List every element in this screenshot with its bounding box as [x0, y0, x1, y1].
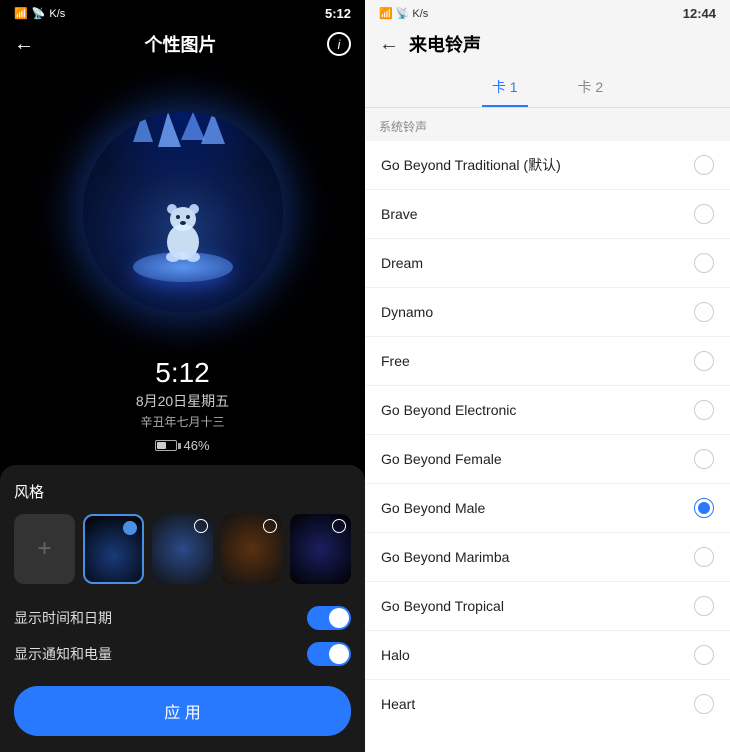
radio-button[interactable]: [694, 547, 714, 567]
radio-button[interactable]: [694, 596, 714, 616]
thumb-dot-1: [123, 521, 137, 535]
thumb-dot-3: [263, 519, 277, 533]
ringtone-name: Go Beyond Male: [381, 500, 485, 516]
right-header: ← 来电铃声: [365, 27, 730, 65]
ringtone-name: Free: [381, 353, 410, 369]
wallpaper-preview: [0, 65, 365, 349]
radio-button[interactable]: [694, 498, 714, 518]
ringtone-item[interactable]: Dream: [365, 239, 730, 288]
ringtone-item[interactable]: Go Beyond Tropical: [365, 582, 730, 631]
ringtone-name: Dream: [381, 255, 423, 271]
back-button-left[interactable]: ←: [14, 33, 34, 56]
tab-bar: 卡 1 卡 2: [365, 65, 730, 108]
style-thumb-2[interactable]: [152, 514, 213, 584]
battery-percent: 46%: [183, 438, 209, 453]
toggle-notification[interactable]: [307, 642, 351, 666]
ringtone-item[interactable]: Go Beyond Female: [365, 435, 730, 484]
tab-card2[interactable]: 卡 2: [568, 69, 614, 107]
wallpaper-circle: [83, 112, 283, 312]
toggle-row-1: 显示时间和日期: [14, 600, 351, 636]
add-icon: +: [37, 535, 51, 563]
clock-display: 5:12: [0, 357, 365, 389]
ringtone-list: Go Beyond Traditional (默认) Brave Dream Dyna…: [365, 141, 730, 752]
style-section-title: 风格: [14, 481, 351, 502]
radio-button[interactable]: [694, 253, 714, 273]
ringtone-item[interactable]: Free: [365, 337, 730, 386]
icicles-svg: [123, 112, 243, 152]
left-status-time: 5:12: [325, 6, 351, 21]
ringtone-item[interactable]: Go Beyond Electronic: [365, 386, 730, 435]
radio-button[interactable]: [694, 694, 714, 714]
lunar-display: 辛丑年七月十三: [0, 413, 365, 430]
right-panel: 📶 📡 K/s 12:44 ← 来电铃声 卡 1 卡 2 系统铃声 Go Bey…: [365, 0, 730, 752]
bottom-panel: 风格 + 显示时间和日期 显示通知和电量: [0, 465, 365, 752]
bear-svg: [153, 197, 213, 267]
right-status-time: 12:44: [683, 6, 716, 21]
radio-button[interactable]: [694, 204, 714, 224]
back-button-right[interactable]: ←: [379, 33, 399, 56]
ringtone-item[interactable]: Dynamo: [365, 288, 730, 337]
radio-button[interactable]: [694, 302, 714, 322]
toggle-datetime[interactable]: [307, 606, 351, 630]
thumb-dot-4: [332, 519, 346, 533]
radio-button[interactable]: [694, 155, 714, 175]
ringtone-name: Go Beyond Tropical: [381, 598, 504, 614]
polar-bear-scene: [83, 112, 283, 312]
battery-display: 46%: [0, 438, 365, 453]
apply-button[interactable]: 应 用: [14, 686, 351, 736]
radio-button[interactable]: [694, 449, 714, 469]
wifi-icon: 📡: [32, 7, 46, 20]
ringtone-name: Dynamo: [381, 304, 433, 320]
ringtone-item[interactable]: Go Beyond Marimba: [365, 533, 730, 582]
ringtone-name: Go Beyond Traditional (默认): [381, 155, 561, 175]
ringtone-name: Go Beyond Female: [381, 451, 502, 467]
style-thumb-1[interactable]: [83, 514, 144, 584]
info-icon-left[interactable]: i: [327, 32, 351, 56]
ringtone-name: Go Beyond Electronic: [381, 402, 516, 418]
ringtone-item[interactable]: Heart: [365, 680, 730, 728]
ringtone-item[interactable]: Halo: [365, 631, 730, 680]
right-page-title: 来电铃声: [409, 31, 481, 57]
ringtone-item[interactable]: Go Beyond Male: [365, 484, 730, 533]
toggle-label-2: 显示通知和电量: [14, 644, 112, 664]
toggle-label-1: 显示时间和日期: [14, 608, 112, 628]
right-signal-icon: 📶: [379, 7, 393, 20]
right-status-ks: K/s: [412, 8, 428, 20]
ringtone-name: Go Beyond Marimba: [381, 549, 509, 565]
radio-button[interactable]: [694, 351, 714, 371]
radio-button[interactable]: [694, 400, 714, 420]
thumb-dot-2: [194, 519, 208, 533]
ringtone-name: Halo: [381, 647, 410, 663]
add-style-thumb[interactable]: +: [14, 514, 75, 584]
ringtone-item[interactable]: Go Beyond Traditional (默认): [365, 141, 730, 190]
left-status-bar: 📶 📡 K/s 5:12: [0, 0, 365, 27]
ringtone-name: Brave: [381, 206, 418, 222]
date-display: 8月20日星期五: [0, 391, 365, 411]
right-status-bar: 📶 📡 K/s 12:44: [365, 0, 730, 27]
style-thumbnails: +: [14, 514, 351, 584]
ringtone-name: Heart: [381, 696, 415, 712]
right-wifi-icon: 📡: [396, 7, 410, 20]
toggle-row-2: 显示通知和电量: [14, 636, 351, 672]
radio-button[interactable]: [694, 645, 714, 665]
left-header: ← 个性图片 i: [0, 27, 365, 65]
left-panel: 📶 📡 K/s 5:12 ← 个性图片 i: [0, 0, 365, 752]
left-status-left: 📶 📡 K/s: [14, 7, 65, 20]
battery-icon: [155, 440, 177, 451]
time-display: 5:12 8月20日星期五 辛丑年七月十三 46%: [0, 349, 365, 455]
battery-fill: [157, 442, 165, 449]
system-ringtone-label: 系统铃声: [365, 108, 730, 141]
left-page-title: 个性图片: [145, 31, 217, 57]
left-status-ks: K/s: [49, 8, 65, 20]
right-status-icons: 📶 📡 K/s: [379, 7, 428, 20]
style-thumb-4[interactable]: [290, 514, 351, 584]
sim-icon: 📶: [14, 7, 28, 20]
style-thumb-3[interactable]: [221, 514, 282, 584]
ringtone-item[interactable]: Brave: [365, 190, 730, 239]
tab-card1[interactable]: 卡 1: [482, 69, 528, 107]
